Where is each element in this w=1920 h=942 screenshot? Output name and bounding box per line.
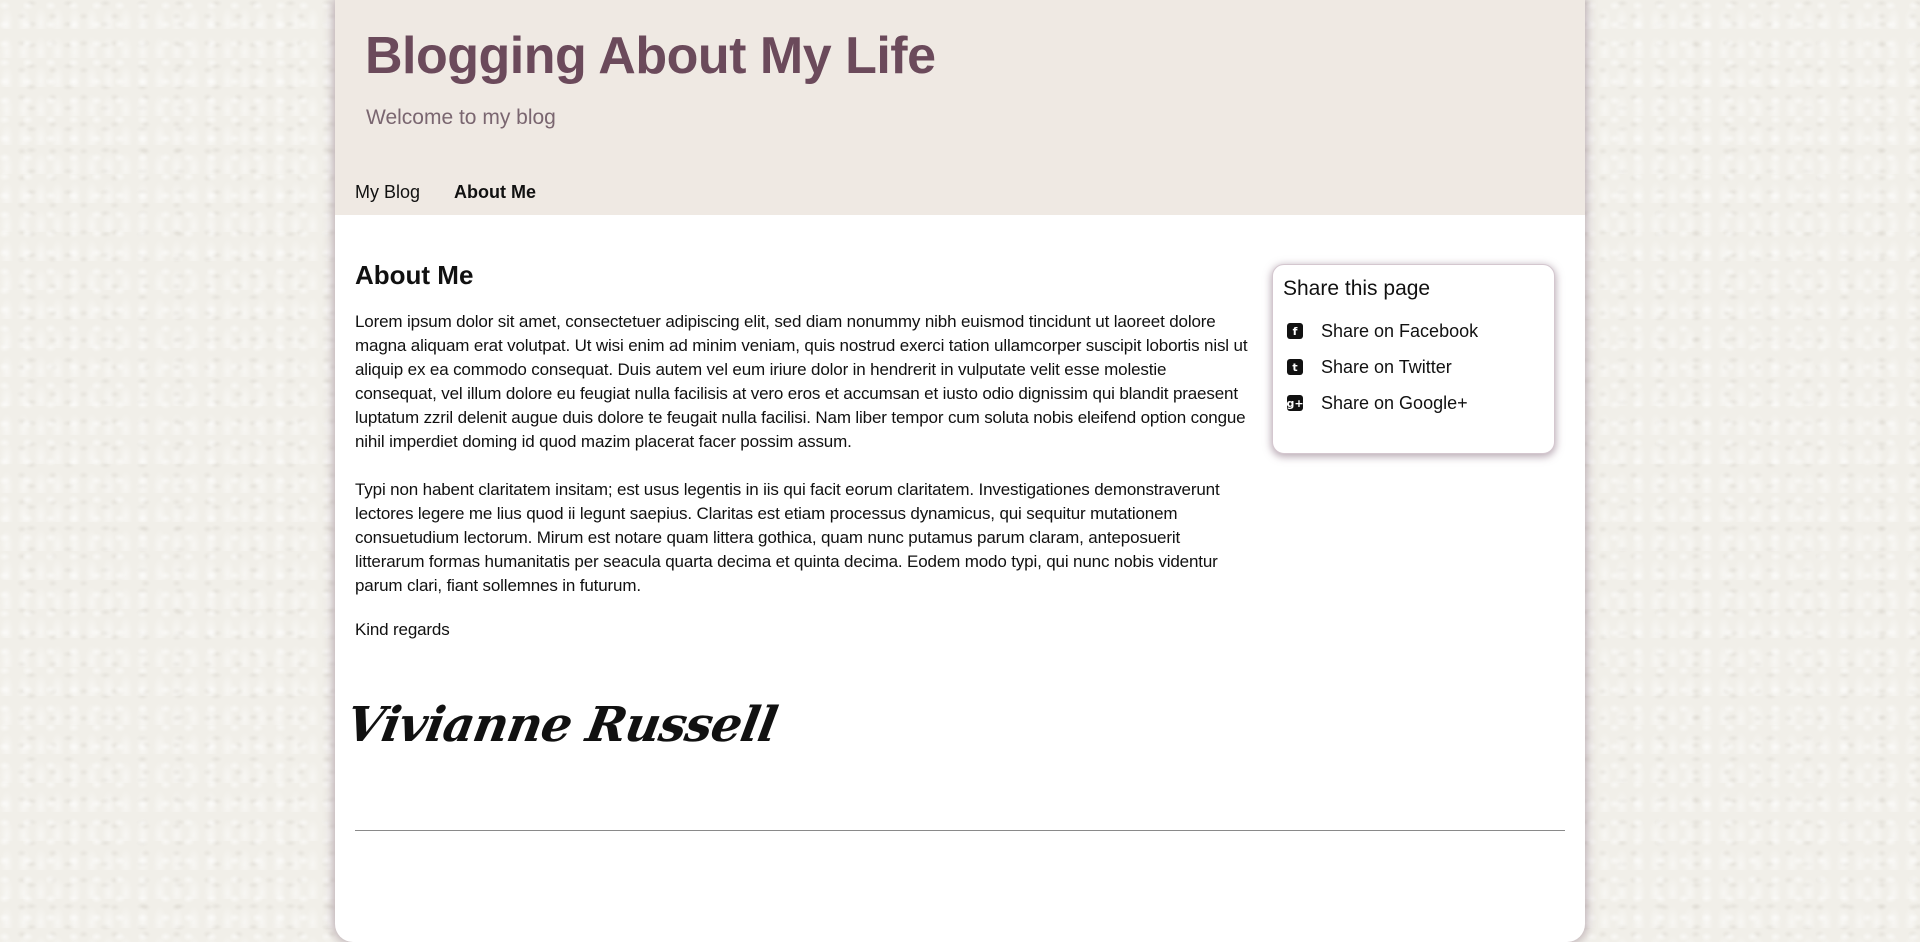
paragraph: Lorem ipsum dolor sit amet, consectetuer…	[355, 312, 1248, 451]
share-label[interactable]: Share on Twitter	[1321, 357, 1452, 378]
footer-divider	[355, 830, 1565, 831]
page-heading: About Me	[355, 260, 474, 290]
nav-item-my-blog[interactable]: My Blog	[355, 182, 420, 203]
page-container: Blogging About My Life Welcome to my blo…	[335, 0, 1585, 942]
closing-text: Kind regards	[355, 620, 450, 639]
google-plus-icon: g+	[1286, 395, 1304, 411]
share-title: Share this page	[1283, 277, 1431, 300]
share-label[interactable]: Share on Google+	[1321, 393, 1468, 414]
main-nav: My Blog About Me	[355, 182, 536, 203]
main-content: About Me Lorem ipsum dolor sit amet, con…	[355, 258, 1250, 666]
site-title[interactable]: Blogging About My Life	[365, 26, 936, 86]
site-subtitle: Welcome to my blog	[366, 106, 556, 129]
share-google-plus-link[interactable]: g+ Share on Google+	[1283, 385, 1544, 421]
site-header: Blogging About My Life Welcome to my blo…	[335, 0, 1585, 215]
signature: Vivianne Russell	[342, 697, 781, 753]
facebook-icon: f	[1287, 323, 1303, 339]
share-twitter-link[interactable]: t Share on Twitter	[1283, 349, 1544, 385]
paragraph: Typi non habent claritatem insitam; est …	[355, 480, 1220, 595]
share-list: f Share on Facebook t Share on Twitter g…	[1283, 313, 1544, 421]
twitter-icon: t	[1287, 359, 1303, 375]
share-widget: Share this page f Share on Facebook t Sh…	[1272, 264, 1555, 454]
share-facebook-link[interactable]: f Share on Facebook	[1283, 313, 1544, 349]
share-label[interactable]: Share on Facebook	[1321, 321, 1478, 342]
nav-item-about-me[interactable]: About Me	[454, 182, 536, 203]
